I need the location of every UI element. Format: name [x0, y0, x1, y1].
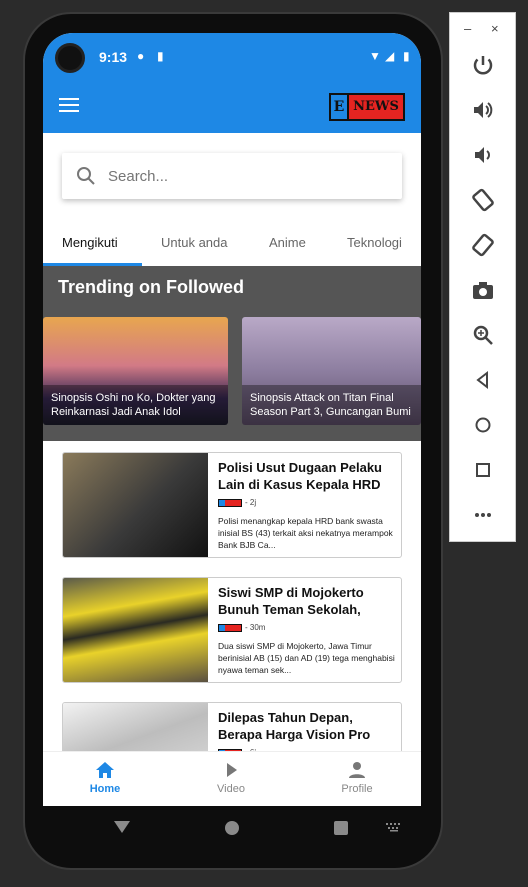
news-description: Polisi menangkap kepala HRD bank swasta … [218, 516, 393, 550]
news-age: - 2j [245, 498, 257, 507]
nav-home-label: Home [89, 783, 121, 795]
system-back-icon[interactable] [113, 820, 131, 834]
nav-video-label: Video [217, 783, 245, 795]
emulator-control-panel: – × [449, 12, 516, 542]
news-feed: Polisi Usut Dugaan Pelaku Lain di Kasus … [43, 441, 421, 806]
trending-section: Trending on Followed Sinopsis Oshi no Ko… [43, 266, 421, 441]
nav-video[interactable]: Video [191, 760, 271, 795]
news-meta: - 30m [218, 623, 265, 632]
logo-e: E [331, 95, 349, 119]
play-icon [227, 763, 237, 777]
news-card[interactable]: Polisi Usut Dugaan Pelaku Lain di Kasus … [62, 452, 402, 558]
news-age: - 30m [245, 623, 266, 632]
minimize-icon[interactable]: – [464, 21, 471, 36]
home-icon [96, 762, 114, 778]
rotate-right-icon[interactable] [469, 231, 497, 259]
trending-caption: Sinopsis Attack on Titan Final Season Pa… [242, 385, 421, 425]
trending-card[interactable]: Sinopsis Attack on Titan Final Season Pa… [242, 317, 421, 425]
source-logo [218, 498, 242, 507]
trending-heading: Trending on Followed [58, 277, 244, 297]
back-icon[interactable] [469, 366, 497, 394]
app-bar: E NEWS [43, 81, 421, 133]
camera-icon[interactable] [469, 276, 497, 304]
logo-news: NEWS [349, 95, 403, 119]
volume-down-icon[interactable] [469, 141, 497, 169]
system-navigation-bar [43, 806, 421, 848]
zoom-icon[interactable] [469, 321, 497, 349]
home-circle-icon[interactable] [469, 411, 497, 439]
notification-icon: ● [137, 49, 145, 63]
search-bar[interactable] [62, 153, 402, 199]
news-thumbnail [63, 578, 208, 682]
news-title: Dilepas Tahun Depan, Berapa Harga Vision… [218, 710, 371, 742]
sd-card-icon: ▮ [157, 49, 164, 63]
signal-icon: ◢ [385, 49, 395, 63]
nav-profile[interactable]: Profile [317, 760, 397, 795]
news-thumbnail [63, 453, 208, 557]
close-icon[interactable]: × [491, 21, 499, 36]
source-logo [218, 623, 242, 632]
app-screen: 9:13 ● ▮ ▼ ◢ ▮ E NEWS Mengikuti Untuk an… [43, 33, 421, 806]
news-card[interactable]: Siswi SMP di Mojokerto Bunuh Teman Sekol… [62, 577, 402, 683]
search-input[interactable] [108, 165, 388, 187]
news-title: Siswi SMP di Mojokerto Bunuh Teman Sekol… [218, 585, 364, 617]
search-icon [77, 167, 95, 185]
nav-profile-label: Profile [341, 783, 373, 795]
news-meta: - 2j [218, 498, 256, 507]
wifi-icon: ▼ [369, 49, 381, 63]
trending-card[interactable]: Sinopsis Oshi no Ko, Dokter yang Reinkar… [43, 317, 228, 425]
overview-icon[interactable] [469, 456, 497, 484]
nav-home[interactable]: Home [65, 760, 145, 795]
panel-window-controls: – × [450, 19, 517, 39]
menu-icon[interactable] [59, 98, 79, 114]
news-title: Polisi Usut Dugaan Pelaku Lain di Kasus … [218, 460, 382, 492]
tab-untuk-anda[interactable]: Untuk anda [161, 235, 228, 250]
system-home-icon[interactable] [224, 820, 240, 836]
person-icon [349, 762, 365, 778]
system-recents-icon[interactable] [333, 820, 349, 836]
rotate-left-icon[interactable] [469, 186, 497, 214]
tab-mengikuti[interactable]: Mengikuti [62, 235, 118, 250]
tab-teknologi[interactable]: Teknologi [347, 235, 402, 250]
status-time: 9:13 [99, 49, 128, 65]
volume-up-icon[interactable] [469, 96, 497, 124]
battery-icon: ▮ [403, 49, 410, 63]
trending-caption: Sinopsis Oshi no Ko, Dokter yang Reinkar… [43, 385, 228, 425]
category-tabs: Mengikuti Untuk anda Anime Teknologi [43, 223, 421, 267]
tab-anime[interactable]: Anime [269, 235, 306, 250]
status-bar: 9:13 ● ▮ ▼ ◢ ▮ [43, 33, 421, 81]
bottom-navigation: Home Video Profile [43, 751, 421, 806]
power-icon[interactable] [469, 51, 497, 79]
news-description: Dua siswi SMP di Mojokerto, Jawa Timur b… [218, 641, 395, 675]
front-camera [55, 43, 85, 73]
keyboard-icon[interactable] [385, 822, 403, 832]
more-icon[interactable] [469, 501, 497, 529]
enews-logo: E NEWS [329, 93, 405, 121]
